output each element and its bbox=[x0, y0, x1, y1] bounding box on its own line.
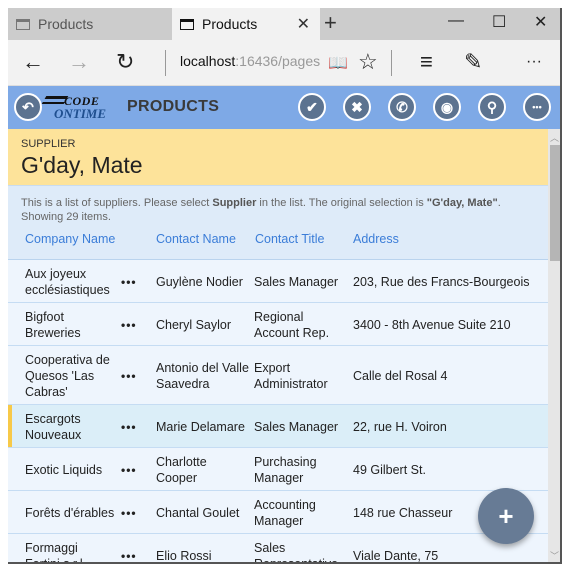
contact-name-cell: Elio Rossi bbox=[156, 548, 212, 563]
check-button[interactable]: ✔ bbox=[298, 93, 326, 121]
row-menu-icon[interactable]: ••• bbox=[121, 505, 137, 521]
url-path: :16436/pages bbox=[235, 53, 321, 69]
url-host: localhost bbox=[180, 53, 236, 69]
company-name-cell: Bigfoot Breweries bbox=[25, 309, 81, 340]
column-header-contact-title[interactable]: Contact Title bbox=[255, 232, 324, 246]
add-button[interactable]: + bbox=[478, 488, 534, 544]
contact-name-cell: Guylène Nodier bbox=[156, 274, 243, 289]
contact-title-cell: Sales Representative bbox=[254, 540, 339, 564]
table-row[interactable]: Escargots Nouveaux ••• Marie Delamare Sales… bbox=[8, 405, 548, 448]
info-text: This is a list of suppliers. Please sele… bbox=[21, 197, 501, 223]
refresh-icon[interactable]: ↻ bbox=[116, 50, 134, 74]
view-button[interactable]: ◉ bbox=[433, 93, 461, 121]
app-header: ↶ CODE ONTIME PRODUCTS ✔ ✖ ✆ ◉ ⚲ ••• bbox=[8, 86, 560, 129]
url-field[interactable]: localhost:16436/pages bbox=[180, 53, 320, 69]
contact-title-cell: Purchasing Manager bbox=[254, 454, 317, 485]
browser-window: Products Products ✕ + — ☐ ✕ ← → ↻ localh… bbox=[8, 8, 562, 564]
maximize-icon[interactable]: ☐ bbox=[492, 12, 506, 32]
row-menu-icon[interactable]: ••• bbox=[121, 419, 137, 435]
contact-title-cell: Accounting Manager bbox=[254, 497, 316, 528]
address-cell: 3400 - 8th Avenue Suite 210 bbox=[353, 317, 511, 332]
supplier-label: SUPPLIER bbox=[21, 138, 76, 150]
row-menu-icon[interactable]: ••• bbox=[121, 274, 137, 290]
tab-label: Products bbox=[202, 16, 258, 32]
table-row[interactable]: Forêts d'érables ••• Chantal Goulet Account… bbox=[8, 491, 548, 534]
contact-name-cell: Charlotte Cooper bbox=[156, 454, 207, 485]
content-area: SUPPLIER G'day, Mate This is a list of s… bbox=[8, 129, 548, 564]
contact-title-cell: Export Administrator bbox=[254, 360, 328, 391]
company-name-cell: Aux joyeux ecclésiastiques bbox=[25, 266, 110, 297]
address-cell: 203, Rue des Francs-Bourgeois bbox=[353, 274, 530, 289]
row-menu-icon[interactable]: ••• bbox=[121, 317, 137, 333]
column-header-contact-name[interactable]: Contact Name bbox=[156, 232, 236, 246]
row-menu-icon[interactable]: ••• bbox=[121, 368, 137, 384]
divider bbox=[165, 50, 166, 76]
contact-title-cell: Sales Manager bbox=[254, 274, 339, 289]
row-menu-icon[interactable]: ••• bbox=[121, 462, 137, 478]
favorite-star-icon[interactable]: ☆ bbox=[358, 50, 378, 74]
address-cell: 22, rue H. Voiron bbox=[353, 419, 447, 434]
company-name-cell: Forêts d'érables bbox=[25, 505, 115, 520]
scroll-up-icon[interactable]: ︿ bbox=[550, 131, 559, 144]
contact-name-cell: Marie Delamare bbox=[156, 419, 245, 434]
more-icon[interactable]: ··· bbox=[526, 50, 542, 74]
contact-name-cell: Antonio del Valle Saavedra bbox=[156, 360, 249, 391]
company-name-cell: Formaggi Fortini s.r.l. bbox=[25, 540, 87, 564]
tab-products-2[interactable]: Products ✕ bbox=[172, 8, 320, 40]
scroll-down-icon[interactable]: ﹀ bbox=[550, 549, 559, 562]
table-row[interactable]: Exotic Liquids ••• Charlotte Cooper Purchas… bbox=[8, 448, 548, 491]
cancel-button[interactable]: ✖ bbox=[343, 93, 371, 121]
window-close-icon[interactable]: ✕ bbox=[534, 12, 547, 32]
contact-name-cell: Cheryl Saylor bbox=[156, 317, 232, 332]
minimize-icon[interactable]: — bbox=[448, 12, 464, 30]
scroll-thumb[interactable] bbox=[550, 145, 560, 261]
supplier-field: SUPPLIER G'day, Mate bbox=[8, 129, 548, 186]
address-cell: Viale Dante, 75 bbox=[353, 548, 439, 563]
supplier-list: Aux joyeux ecclésiastiques ••• Guylène Nod… bbox=[8, 260, 548, 564]
contact-name-cell: Chantal Goulet bbox=[156, 505, 240, 520]
contact-title-cell: Sales Manager bbox=[254, 419, 339, 434]
reading-view-icon[interactable]: 📖 bbox=[328, 52, 348, 76]
code-ontime-logo: CODE ONTIME bbox=[41, 94, 107, 122]
column-header-company-name[interactable]: Company Name bbox=[25, 232, 115, 246]
address-cell: Calle del Rosal 4 bbox=[353, 368, 448, 383]
search-button[interactable]: ⚲ bbox=[478, 93, 506, 121]
tab-bar: Products Products ✕ + — ☐ ✕ bbox=[8, 8, 560, 40]
page-icon bbox=[16, 18, 30, 30]
divider bbox=[391, 50, 392, 76]
table-row[interactable]: Aux joyeux ecclésiastiques ••• Guylène Nod… bbox=[8, 260, 548, 303]
contact-title-cell: Regional Account Rep. bbox=[254, 309, 330, 340]
column-header-address[interactable]: Address bbox=[353, 232, 399, 246]
page-icon bbox=[180, 18, 194, 30]
address-cell: 49 Gilbert St. bbox=[353, 462, 426, 477]
tab-label: Products bbox=[38, 16, 94, 32]
more-actions-button[interactable]: ••• bbox=[523, 93, 551, 121]
close-tab-icon[interactable]: ✕ bbox=[297, 14, 310, 34]
forward-icon[interactable]: → bbox=[68, 50, 90, 74]
hub-icon[interactable]: ≡ bbox=[420, 50, 433, 74]
logo-text-ontime: ONTIME bbox=[54, 106, 107, 121]
vertical-scrollbar[interactable]: ︿ ﹀ bbox=[548, 129, 560, 562]
page-title: PRODUCTS bbox=[127, 98, 220, 115]
back-icon[interactable]: ← bbox=[22, 50, 44, 74]
back-button[interactable]: ↶ bbox=[14, 93, 42, 121]
company-name-cell: Cooperativa de Quesos 'Las Cabras' bbox=[25, 352, 110, 399]
column-headers: Company Name Contact Name Contact Title … bbox=[21, 228, 535, 252]
web-note-icon[interactable]: ✎ bbox=[464, 50, 482, 74]
tab-products-1[interactable]: Products bbox=[8, 8, 172, 40]
table-row[interactable]: Cooperativa de Quesos 'Las Cabras' ••• Ant… bbox=[8, 346, 548, 405]
company-name-cell: Escargots Nouveaux bbox=[25, 411, 82, 442]
info-panel: This is a list of suppliers. Please sele… bbox=[8, 186, 548, 260]
table-row[interactable]: Formaggi Fortini s.r.l. ••• Elio Rossi Sale… bbox=[8, 534, 548, 564]
company-name-cell: Exotic Liquids bbox=[25, 462, 103, 477]
address-bar: ← → ↻ localhost:16436/pages 📖 ☆ ≡ ✎ ··· bbox=[8, 40, 560, 86]
supplier-value: G'day, Mate bbox=[21, 152, 143, 178]
row-menu-icon[interactable]: ••• bbox=[121, 548, 137, 563]
phone-button[interactable]: ✆ bbox=[388, 93, 416, 121]
table-row[interactable]: Bigfoot Breweries ••• Cheryl Saylor Regiona… bbox=[8, 303, 548, 346]
new-tab-icon[interactable]: + bbox=[324, 10, 337, 36]
